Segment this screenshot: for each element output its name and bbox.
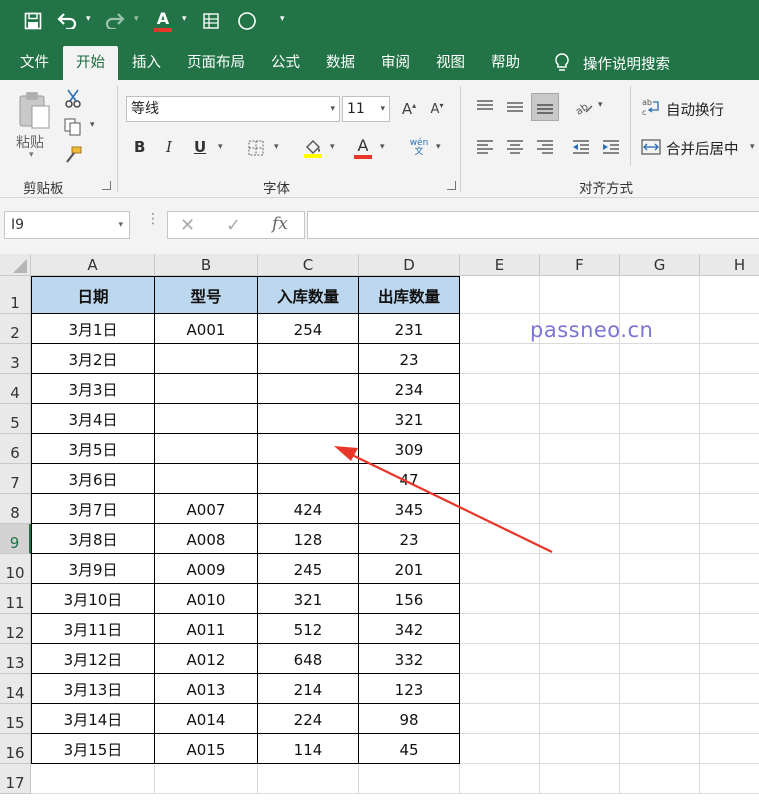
align-left-icon[interactable]	[474, 136, 496, 158]
form-icon[interactable]	[199, 0, 223, 42]
tab-view[interactable]: 视图	[423, 46, 478, 80]
borders-icon[interactable]	[246, 138, 266, 158]
font-color-ribbon-letter: A	[357, 135, 369, 155]
underline-button[interactable]: U	[194, 138, 206, 156]
bottom-align-icon[interactable]	[531, 93, 559, 121]
underline-dropdown-icon[interactable]: ▾	[218, 142, 223, 152]
formula-bar: I9 ▾ ⋮ ✕ ✓ fx	[0, 198, 759, 254]
tab-insert[interactable]: 插入	[119, 46, 174, 80]
undo-dropdown-icon[interactable]: ▾	[86, 14, 91, 24]
fill-color-icon[interactable]	[302, 136, 324, 160]
merge-center-icon[interactable]	[640, 136, 662, 158]
svg-text:ab: ab	[574, 102, 591, 116]
paste-dropdown-icon[interactable]: ▾	[29, 150, 34, 160]
alignment-group-label: 对齐方式	[579, 181, 633, 197]
orientation-dropdown-icon[interactable]: ▾	[598, 100, 603, 110]
copy-dropdown-icon[interactable]: ▾	[90, 120, 95, 130]
phonetic-dropdown-icon[interactable]: ▾	[436, 142, 441, 152]
fill-color-dropdown-icon[interactable]: ▾	[330, 142, 335, 152]
align-right-icon[interactable]	[534, 136, 556, 158]
cancel-entry-icon[interactable]: ✕	[180, 215, 195, 236]
paste-icon[interactable]	[14, 88, 54, 132]
save-icon[interactable]	[20, 0, 46, 42]
merge-center-dropdown-icon[interactable]: ▾	[750, 142, 755, 152]
increase-font-letter: A	[401, 100, 413, 118]
tab-home[interactable]: 开始	[63, 46, 118, 80]
borders-dropdown-icon[interactable]: ▾	[274, 142, 279, 152]
decrease-font-letter: A	[430, 101, 440, 117]
cut-icon[interactable]	[62, 88, 84, 110]
tab-data[interactable]: 数据	[313, 46, 368, 80]
tab-review[interactable]: 审阅	[368, 46, 423, 80]
wrap-text-button[interactable]: 自动换行	[666, 99, 724, 120]
lightbulb-icon	[555, 53, 569, 71]
tab-page-layout[interactable]: 页面布局	[174, 46, 258, 80]
font-color-dropdown-icon[interactable]: ▾	[380, 142, 385, 152]
customize-qat-icon[interactable]: ▾	[280, 14, 285, 24]
confirm-entry-icon[interactable]: ✓	[226, 215, 241, 236]
formula-input[interactable]	[307, 211, 759, 239]
tab-help[interactable]: 帮助	[478, 46, 533, 80]
font-dialog-launcher-icon[interactable]	[447, 181, 456, 190]
phonetic-guide-icon[interactable]: wén文	[406, 136, 432, 160]
increase-font-size-button[interactable]: A ▴	[398, 98, 420, 120]
font-color-icon[interactable]: A	[352, 136, 374, 160]
copy-icon[interactable]	[62, 116, 84, 138]
font-family-value: 等线	[131, 101, 159, 117]
clipboard-dialog-launcher-icon[interactable]	[102, 181, 111, 190]
insert-function-icon[interactable]: fx	[272, 214, 288, 234]
wrap-text-icon[interactable]: ab c	[640, 96, 662, 118]
clipboard-group-label: 剪贴板	[23, 181, 64, 197]
orientation-icon[interactable]: ab	[572, 96, 596, 118]
svg-text:ab: ab	[642, 98, 652, 107]
formula-bar-grip-icon[interactable]: ⋮	[146, 212, 160, 226]
undo-icon[interactable]	[56, 0, 78, 42]
font-color-qat-dropdown-icon[interactable]: ▾	[182, 14, 187, 24]
arrow-shaft	[345, 451, 553, 553]
arrow-head	[334, 446, 358, 461]
formula-buttons: ✕ ✓ fx	[167, 211, 305, 239]
phonetic-guide-text: wén文	[409, 138, 429, 157]
paste-button[interactable]: 粘贴	[16, 132, 44, 152]
name-box[interactable]: I9 ▾	[4, 211, 130, 239]
ribbon-home: 粘贴 ▾ ▾ 剪贴板 等线 ▾ 11 ▾ A ▴ A ▾ B I U ▾ ▾ ▾ A…	[0, 80, 759, 198]
font-size-combo[interactable]: 11 ▾	[342, 96, 390, 122]
name-box-value: I9	[11, 217, 25, 233]
tab-formulas[interactable]: 公式	[258, 46, 313, 80]
top-align-icon[interactable]	[474, 96, 496, 118]
redo-dropdown-icon[interactable]: ▾	[134, 14, 139, 24]
middle-align-icon[interactable]	[504, 96, 526, 118]
font-group-label: 字体	[263, 181, 290, 197]
svg-text:c: c	[642, 108, 646, 117]
font-size-dropdown-icon[interactable]: ▾	[380, 97, 385, 121]
font-size-value: 11	[347, 101, 365, 117]
format-painter-icon[interactable]	[62, 144, 84, 166]
tell-me-search[interactable]: 操作说明搜索	[553, 46, 670, 80]
quick-access-toolbar: ▾ ▾ A ▾ ▾	[0, 0, 759, 42]
decrease-font-size-button[interactable]: A ▾	[426, 98, 448, 120]
circle-shape-icon[interactable]	[236, 0, 258, 42]
align-center-icon[interactable]	[504, 136, 526, 158]
tab-file[interactable]: 文件	[0, 46, 62, 80]
worksheet-grid[interactable]: ABCDEFGH 1 2 3 4 5 6 7 8 9 10 11 12 13 14 15 16 17 日期 型号入…	[0, 254, 759, 800]
ribbon-tab-bar: 文件 开始 插入 页面布局 公式 数据 审阅 视图 帮助 操作说明搜索	[0, 42, 759, 80]
font-color-qat-icon[interactable]: A	[152, 0, 174, 42]
decrease-indent-icon[interactable]	[570, 136, 592, 158]
increase-indent-icon[interactable]	[600, 136, 622, 158]
merge-center-button[interactable]: 合并后居中	[666, 138, 739, 159]
bold-button[interactable]: B	[134, 138, 145, 156]
font-family-dropdown-icon[interactable]: ▾	[330, 97, 335, 121]
redo-icon[interactable]	[104, 0, 126, 42]
annotation-arrow	[334, 446, 553, 553]
tell-me-label: 操作说明搜索	[583, 56, 670, 73]
font-family-combo[interactable]: 等线 ▾	[126, 96, 340, 122]
italic-button[interactable]: I	[166, 138, 172, 156]
font-color-letter: A	[156, 8, 170, 28]
name-box-dropdown-icon[interactable]: ▾	[118, 212, 123, 238]
